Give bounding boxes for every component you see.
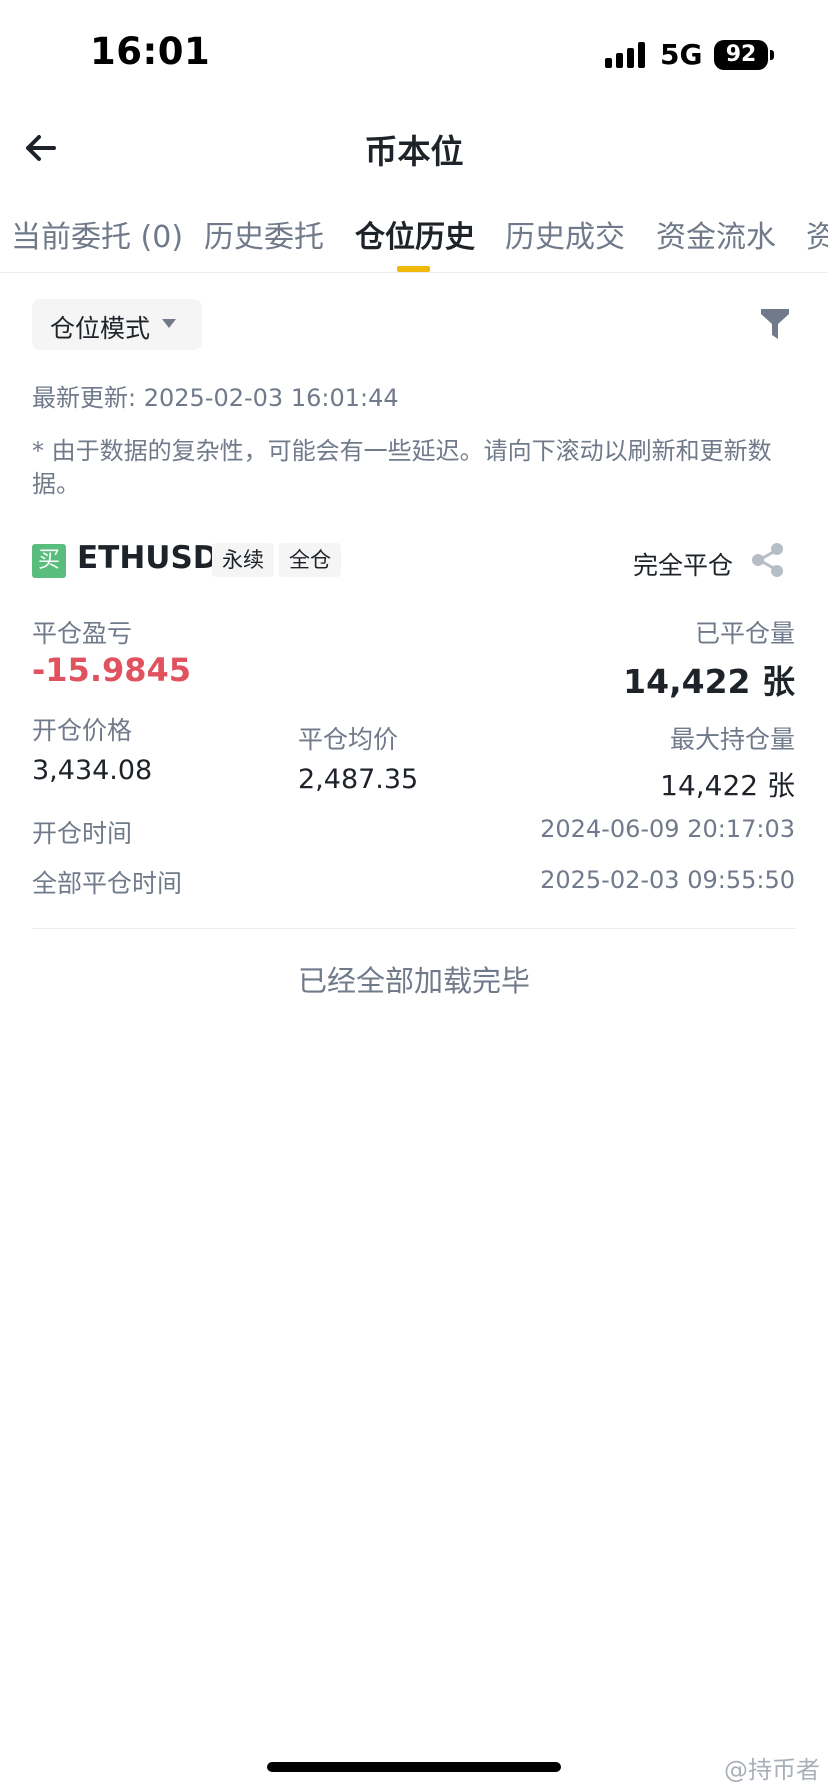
watermark: @持币者: [724, 1756, 820, 1784]
closed-quantity-value: 14,422 张: [623, 662, 795, 701]
symbol: ETHUSD: [77, 540, 219, 576]
position-mode-dropdown[interactable]: 仓位模式: [32, 299, 202, 350]
margin-mode-tag: 全仓: [279, 543, 341, 577]
tabs-divider: [0, 272, 828, 273]
entry-price-label: 开仓价格: [32, 716, 133, 745]
home-indicator[interactable]: [267, 1762, 561, 1772]
status-time: 16:01: [90, 30, 211, 73]
filter-icon[interactable]: [760, 307, 790, 341]
close-time-label: 全部平仓时间: [32, 869, 183, 898]
tab-transaction-history[interactable]: 资金流水: [656, 212, 776, 256]
share-icon[interactable]: [751, 543, 785, 577]
max-position-label: 最大持仓量: [669, 725, 795, 754]
entry-price-value: 3,434.08: [32, 755, 153, 786]
card-divider: [32, 928, 796, 929]
realized-pnl-value: -15.9845: [32, 651, 192, 689]
tab-trade-history[interactable]: 历史成交: [505, 212, 625, 256]
tab-order-history[interactable]: 历史委托: [204, 212, 324, 256]
all-loaded-text: 已经全部加载完毕: [297, 964, 530, 998]
avg-close-price-label: 平仓均价: [298, 725, 399, 754]
page-title: 币本位: [364, 132, 464, 171]
network-label: 5G: [660, 38, 703, 71]
realized-pnl-label: 平仓盈亏: [32, 619, 133, 648]
tab-open-orders[interactable]: 当前委托 (0): [11, 212, 183, 256]
battery-tip: [770, 50, 774, 60]
tab-bar: 当前委托 (0) 历史委托 仓位历史 历史成交 资金流水 资: [0, 212, 828, 272]
close-status: 完全平仓: [632, 551, 733, 580]
last-updated: 最新更新: 2025-02-03 16:01:44: [32, 384, 399, 412]
side-badge: 买: [32, 544, 66, 578]
open-time-label: 开仓时间: [32, 819, 133, 848]
avg-close-price-value: 2,487.35: [298, 764, 419, 795]
tab-more[interactable]: 资: [806, 212, 828, 256]
data-delay-notice: * 由于数据的复杂性，可能会有一些延迟。请向下滚动以刷新和更新数据。: [32, 437, 772, 498]
tab-position-history[interactable]: 仓位历史: [355, 212, 475, 256]
signal-icon: [605, 40, 649, 68]
max-position-value: 14,422 张: [660, 769, 795, 802]
closed-quantity-label: 已平仓量: [694, 619, 795, 648]
caret-down-icon: [162, 319, 176, 328]
close-time-value: 2025-02-03 09:55:50: [540, 866, 795, 894]
battery-icon: 92: [714, 40, 768, 70]
position-mode-label: 仓位模式: [50, 314, 151, 343]
contract-type-tag: 永续: [212, 543, 274, 577]
open-time-value: 2024-06-09 20:17:03: [540, 815, 795, 843]
